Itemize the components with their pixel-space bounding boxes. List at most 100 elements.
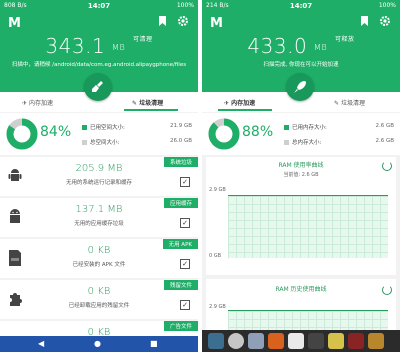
boost-rocket-button[interactable] (286, 73, 314, 101)
total-memory-label: 总内存大小: (292, 140, 322, 146)
y-axis-min: 0 GB (209, 253, 222, 259)
storage-percent: 84% (40, 124, 72, 140)
recent-apps-icon[interactable]: ■ (150, 339, 158, 348)
card-checkbox[interactable]: ✓ (180, 177, 190, 187)
tab-memory-label: 内存加速 (28, 100, 53, 107)
app-logo: M (210, 16, 223, 31)
used-memory-value: 2.6 GB (375, 123, 394, 129)
cleanable-value: 343.1 (45, 34, 106, 58)
cleanable-unit: MB (112, 43, 126, 52)
scan-status: 扫描中，请稍候 /android/data/com.eg.android.ali… (11, 62, 187, 68)
orange-app-icon[interactable] (268, 333, 284, 349)
media-app-icon[interactable] (208, 333, 224, 349)
card-description: 已经卸载应用的残留文件 (68, 303, 130, 309)
used-memory-label: 已用内存大小: (292, 125, 327, 131)
card-checkbox[interactable]: ✓ (180, 218, 190, 228)
card-description: 无用的系统运行记录和缓存 (65, 180, 132, 186)
active-tab-indicator (218, 109, 272, 111)
ram-usage-plot-area (228, 195, 388, 258)
total-memory-row: 总内存大小: 2.6 GB (284, 138, 396, 146)
settings-gear-icon[interactable] (178, 16, 188, 29)
used-legend-swatch (284, 125, 289, 130)
total-legend-swatch (82, 140, 87, 145)
y-axis-max: 2.9 GB (209, 304, 226, 310)
total-space-row: 总空间大小: 26.0 GB (82, 138, 194, 146)
used-space-value: 21.9 GB (169, 123, 192, 129)
memory-boost-screen: 214 B/s 14:07 100% M 433.0 MB 可释放 扫描完成, … (202, 0, 400, 352)
used-space-row: 已用空间大小: 21.9 GB (82, 123, 194, 131)
rocket-icon: ✈ (22, 100, 28, 107)
app-dock (202, 330, 400, 352)
storage-summary: 84% 已用空间大小: 21.9 GB 总空间大小: 26.0 GB (0, 113, 198, 155)
card-size: 0 KB (87, 286, 111, 297)
card-checkbox[interactable]: ✓ (180, 300, 190, 310)
fire-app-icon[interactable] (368, 333, 384, 349)
refresh-spinner-icon (382, 161, 392, 171)
bookmark-icon[interactable] (360, 16, 369, 29)
clock: 14:07 (87, 2, 111, 10)
ram-history-plot-area (228, 310, 388, 331)
releasable-label: 可释放 (335, 36, 355, 43)
releasable-size: 433.0 MB 可释放 (202, 34, 400, 58)
red-app-icon[interactable] (348, 333, 364, 349)
junk-card-system[interactable]: 系统垃圾 205.9 MB 无用的系统运行记录和缓存 ✓ (0, 157, 198, 196)
ram-usage-chart-card: RAM 使用率曲线 当前值: 2.6 GB 2.9 GB 0 GB (206, 157, 396, 275)
ram-current-value: 当前值: 2.6 GB (283, 172, 319, 178)
tab-junk-clean[interactable]: ✎ 垃圾清理 (132, 98, 163, 107)
broom-icon: ✎ (334, 100, 340, 107)
tab-memory-boost[interactable]: ✈ 内存加速 (224, 98, 255, 107)
clean-broom-button[interactable] (84, 73, 112, 101)
junk-card-app-cache[interactable]: 应用缓存 137.1 MB 无用的应用缓存垃圾 ✓ (0, 198, 198, 237)
dark-app-icon[interactable] (308, 333, 324, 349)
card-size: 0 KB (87, 245, 111, 256)
cleanable-label: 可清理 (133, 36, 153, 43)
tab-junk-label: 垃圾清理 (340, 100, 365, 107)
card-size: 137.1 MB (75, 204, 123, 215)
memory-percent: 88% (242, 124, 274, 140)
junk-card-residual[interactable]: 残留文件 0 KB 已经卸载应用的残留文件 ✓ (0, 280, 198, 319)
tab-junk-clean[interactable]: ✎ 垃圾清理 (334, 98, 365, 107)
total-space-value: 26.0 GB (169, 138, 192, 144)
card-description: 无用的应用缓存垃圾 (74, 221, 124, 227)
releasable-value: 433.0 (247, 34, 308, 58)
used-legend-swatch (82, 125, 87, 130)
circle-app-icon[interactable] (228, 333, 244, 349)
refresh-spinner-icon (382, 285, 392, 295)
card-size: 205.9 MB (75, 163, 123, 174)
tab-memory-label: 内存加速 (231, 100, 256, 107)
total-space-label: 总空间大小: (90, 140, 120, 146)
yellow-app-icon[interactable] (328, 333, 344, 349)
y-axis-max: 2.9 GB (209, 187, 226, 193)
junk-clean-screen: 808 B/s 14:07 100% M 343.1 MB 可清理 扫描中，请稍… (0, 0, 198, 352)
tab-memory-boost[interactable]: ✈ 内存加速 (22, 98, 53, 107)
back-icon[interactable]: ◀ (38, 339, 44, 348)
card-checkbox[interactable]: ✓ (180, 259, 190, 269)
releasable-unit: MB (314, 43, 328, 52)
card-description: 已经安装的 APK 文件 (72, 262, 126, 268)
broom-icon: ✎ (132, 100, 138, 107)
memory-summary: 88% 已用内存大小: 2.6 GB 总内存大小: 2.6 GB (202, 113, 400, 155)
white-app-icon[interactable] (288, 333, 304, 349)
total-legend-swatch (284, 140, 289, 145)
memory-usage-donut (208, 118, 240, 150)
total-memory-value: 2.6 GB (375, 138, 394, 144)
used-memory-row: 已用内存大小: 2.6 GB (284, 123, 396, 131)
scan-status: 扫描完成, 你现在可以开始加速 (263, 62, 339, 68)
tab-junk-label: 垃圾清理 (139, 100, 164, 107)
cube-app-icon[interactable] (248, 333, 264, 349)
active-tab-indicator (124, 109, 178, 111)
cleanable-size: 343.1 MB 可清理 (0, 34, 198, 58)
junk-card-apk[interactable]: 无用 APK 0 KB 已经安装的 APK 文件 ✓ (0, 239, 198, 278)
home-icon[interactable]: ● (94, 339, 101, 348)
broom-icon (92, 81, 103, 92)
ram-history-chart-card: RAM 历史使用曲线 2.9 GB (206, 279, 396, 331)
used-space-label: 已用空间大小: (90, 125, 125, 131)
battery-level: 100% (176, 2, 194, 9)
storage-usage-donut (6, 118, 38, 150)
settings-gear-icon[interactable] (380, 16, 390, 29)
ram-history-title: RAM 历史使用曲线 (275, 286, 327, 293)
status-bar: 214 B/s 14:07 100% (202, 0, 400, 12)
bookmark-icon[interactable] (158, 16, 167, 29)
navigation-bar: ◀ ● ■ (0, 336, 198, 352)
battery-level: 100% (378, 2, 396, 9)
